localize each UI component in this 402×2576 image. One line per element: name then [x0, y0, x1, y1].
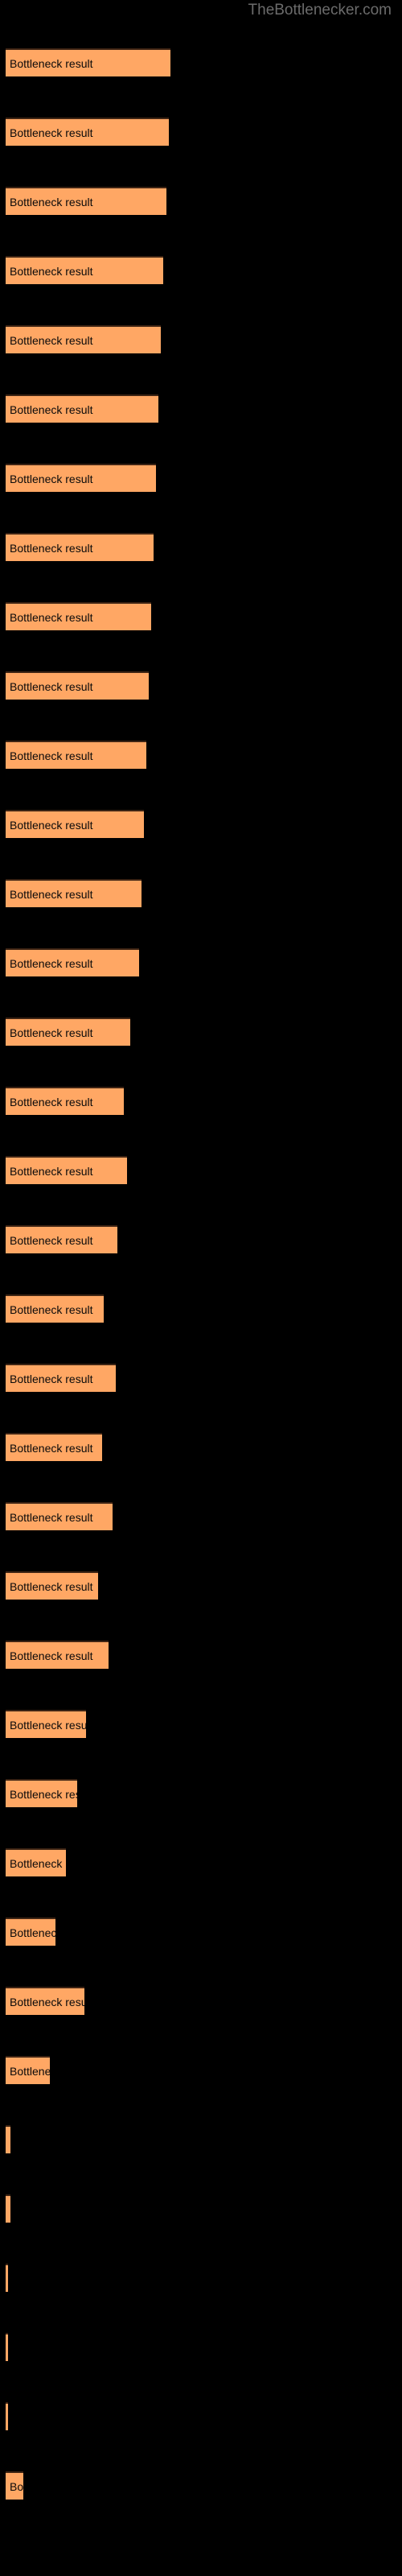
bar-bottleneck-result[interactable]: Bottleneck result [6, 1779, 77, 1807]
bar-bottleneck-result[interactable]: Bottleneck result [6, 2125, 10, 2153]
bar-label: Bottleneck result [10, 2480, 23, 2493]
bar-bottleneck-result[interactable]: Bottleneck result [6, 1918, 55, 1946]
bar-label: Bottleneck result [10, 265, 93, 278]
bar-label: Bottleneck result [10, 1026, 93, 1039]
bar-label: Bottleneck result [10, 1234, 93, 1247]
bar-bottleneck-result[interactable]: Bottleneck result [6, 464, 156, 492]
bar-label: Bottleneck result [10, 1580, 93, 1593]
bar-bottleneck-result[interactable]: Bottleneck result [6, 1710, 86, 1738]
bar-label: Bottleneck result [10, 819, 93, 832]
bar-label: Bottleneck result [10, 1719, 86, 1732]
bar-bottleneck-result[interactable]: Bottleneck result [6, 1018, 130, 1046]
bar-bottleneck-result[interactable]: Bottleneck result [6, 1502, 113, 1530]
bar-label: Bottleneck result [10, 334, 93, 347]
bar-label: Bottleneck result [10, 1511, 93, 1524]
bar-bottleneck-result[interactable]: Bottleneck result [6, 1433, 102, 1461]
bar-label: Bottleneck result [10, 1303, 93, 1316]
bar-label: Bottleneck result [10, 57, 93, 70]
bar-label: Bottleneck result [10, 542, 93, 555]
bottleneck-chart-root: TheBottlenecker.com Bottleneck result Bot… [0, 0, 402, 2576]
bar-bottleneck-result[interactable]: Bottleneck result [6, 1156, 127, 1184]
bar-bottleneck-result[interactable]: Bottleneck result [6, 187, 166, 215]
bar-bottleneck-result[interactable]: Bottleneck result [6, 1294, 104, 1323]
bar-bottleneck-result[interactable]: Bottleneck result [6, 533, 154, 561]
bar-bottleneck-result[interactable]: Bottleneck result [6, 118, 169, 146]
bar-bottleneck-result[interactable]: Bottleneck result [6, 48, 170, 76]
bar-bottleneck-result[interactable]: Bottleneck result [6, 2333, 8, 2361]
bar-bottleneck-result[interactable]: Bottleneck result [6, 2471, 23, 2500]
bar-bottleneck-result[interactable]: Bottleneck result [6, 394, 158, 423]
bar-label: Bottleneck result [10, 611, 93, 624]
bar-bottleneck-result[interactable]: Bottleneck result [6, 325, 161, 353]
bar-bottleneck-result[interactable]: Bottleneck result [6, 1987, 84, 2015]
bar-bottleneck-result[interactable]: Bottleneck result [6, 2402, 8, 2430]
bar-bottleneck-result[interactable]: Bottleneck result [6, 741, 146, 769]
bar-bottleneck-result[interactable]: Bottleneck result [6, 2056, 50, 2084]
bar-bottleneck-result[interactable]: Bottleneck result [6, 1571, 98, 1600]
bar-label: Bottleneck result [10, 1649, 93, 1662]
bar-label: Bottleneck result [10, 126, 93, 139]
bar-list: Bottleneck result Bottleneck result Bottle… [0, 0, 402, 2576]
bar-bottleneck-result[interactable]: Bottleneck result [6, 879, 142, 907]
bar-label: Bottleneck result [10, 1926, 55, 1939]
bar-label: Bottleneck result [10, 1096, 93, 1108]
bar-label: Bottleneck result [10, 1996, 84, 2008]
bar-bottleneck-result[interactable]: Bottleneck result [6, 1225, 117, 1253]
bar-bottleneck-result[interactable]: Bottleneck result [6, 256, 163, 284]
bar-label: Bottleneck result [10, 2065, 50, 2078]
bar-bottleneck-result[interactable]: Bottleneck result [6, 1087, 124, 1115]
bar-bottleneck-result[interactable]: Bottleneck result [6, 2264, 8, 2292]
bar-bottleneck-result[interactable]: Bottleneck result [6, 1641, 109, 1669]
bar-label: Bottleneck result [10, 1857, 66, 1870]
bar-label: Bottleneck result [10, 196, 93, 208]
bar-bottleneck-result[interactable]: Bottleneck result [6, 671, 149, 700]
bar-bottleneck-result[interactable]: Bottleneck result [6, 2194, 10, 2223]
bar-bottleneck-result[interactable]: Bottleneck result [6, 1364, 116, 1392]
bar-label: Bottleneck result [10, 403, 93, 416]
bar-label: Bottleneck result [10, 680, 93, 693]
bar-label: Bottleneck result [10, 749, 93, 762]
bar-bottleneck-result[interactable]: Bottleneck result [6, 602, 151, 630]
bar-label: Bottleneck result [10, 1442, 93, 1455]
bar-bottleneck-result[interactable]: Bottleneck result [6, 810, 144, 838]
bar-label: Bottleneck result [10, 888, 93, 901]
bar-label: Bottleneck result [10, 1373, 93, 1385]
bar-label: Bottleneck result [10, 957, 93, 970]
bar-bottleneck-result[interactable]: Bottleneck result [6, 948, 139, 976]
bar-label: Bottleneck result [10, 1165, 93, 1178]
bar-label: Bottleneck result [10, 1788, 77, 1801]
bar-bottleneck-result[interactable]: Bottleneck result [6, 1848, 66, 1876]
bar-label: Bottleneck result [10, 473, 93, 485]
